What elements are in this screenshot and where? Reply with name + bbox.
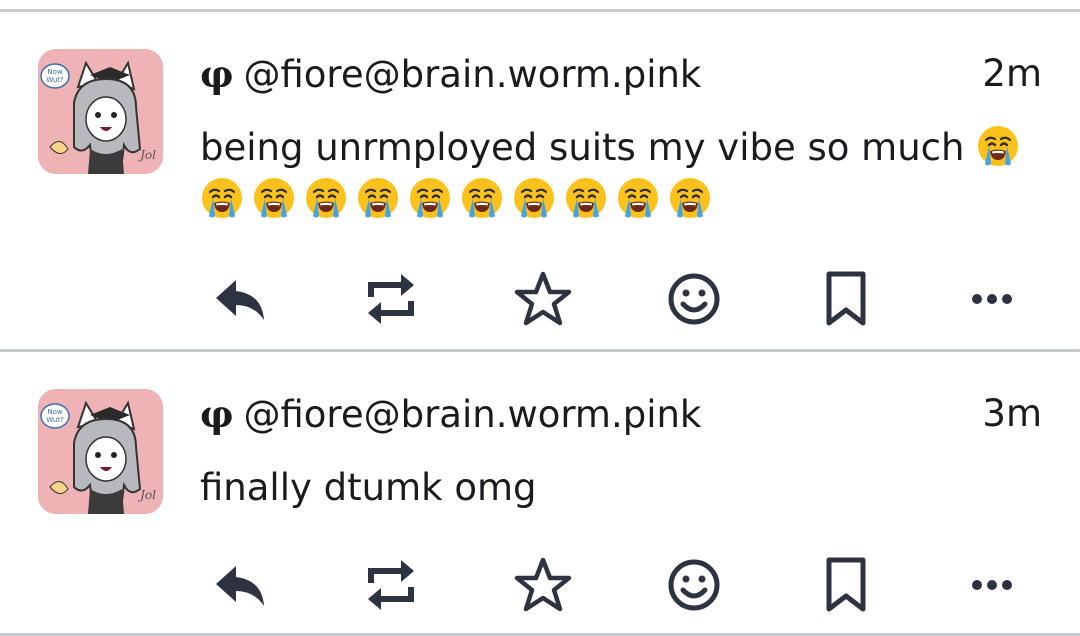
more-icon (972, 580, 1012, 590)
avatar-bubble-text-1: Now (47, 408, 63, 416)
more-button[interactable] (957, 264, 1027, 334)
bookmark-icon (826, 271, 866, 326)
loudly-crying-face-emoji (564, 176, 608, 220)
status-actions (190, 550, 1040, 620)
favourite-icon (514, 557, 572, 612)
avatar-bubble-text-2: Wut? (46, 76, 64, 84)
boost-icon (368, 560, 414, 610)
bookmark-button[interactable] (811, 550, 881, 620)
emoji-reaction-button[interactable] (659, 550, 729, 620)
reply-icon (216, 280, 264, 320)
author-display-glyph: φ (200, 52, 234, 96)
avatar-bubble-text-1: Now (47, 68, 63, 76)
avatar[interactable]: Now Wut? Jol (38, 389, 163, 514)
loudly-crying-face-emoji (356, 176, 400, 220)
author-name[interactable]: φ @fiore@brain.worm.pink (200, 50, 701, 99)
boost-button[interactable] (356, 550, 426, 620)
emoji-reaction-button[interactable] (659, 264, 729, 334)
bookmark-button[interactable] (811, 264, 881, 334)
more-icon (972, 294, 1012, 304)
status-text: finally dtumk omg (200, 466, 537, 509)
author-handle: @fiore@brain.worm.pink (243, 53, 702, 96)
loudly-crying-face-emoji (976, 124, 1020, 168)
loudly-crying-face-emoji (304, 176, 348, 220)
emoji-row (200, 176, 1040, 220)
avatar-image: Now Wut? Jol (38, 49, 163, 174)
emoji-reaction-icon (668, 559, 720, 611)
reply-button[interactable] (205, 550, 275, 620)
reply-button[interactable] (205, 264, 275, 334)
status-content: finally dtumk omg (200, 462, 1040, 514)
emoji-reaction-icon (668, 273, 720, 325)
boost-button[interactable] (356, 264, 426, 334)
more-button[interactable] (957, 550, 1027, 620)
favourite-button[interactable] (508, 550, 578, 620)
bookmark-icon (826, 557, 866, 612)
status-header: φ @fiore@brain.worm.pink 3m (200, 390, 1042, 438)
post-timestamp[interactable]: 3m (982, 390, 1042, 438)
loudly-crying-face-emoji (616, 176, 660, 220)
status-post[interactable]: Now Wut? Jol φ @fiore@brain.worm.pink 2m… (0, 12, 1080, 349)
avatar-signature: Jol (137, 488, 156, 502)
favourite-button[interactable] (508, 264, 578, 334)
status-header: φ @fiore@brain.worm.pink 2m (200, 50, 1042, 98)
avatar[interactable]: Now Wut? Jol (38, 49, 163, 174)
status-actions (190, 264, 1040, 334)
loudly-crying-face-emoji (408, 176, 452, 220)
avatar-bubble-text-2: Wut? (46, 416, 64, 424)
status-post[interactable]: Now Wut? Jol φ @fiore@brain.worm.pink 3m … (0, 352, 1080, 633)
loudly-crying-face-emoji (512, 176, 556, 220)
post-timestamp[interactable]: 2m (982, 50, 1042, 98)
loudly-crying-face-emoji (460, 176, 504, 220)
reply-icon (216, 566, 264, 606)
avatar-image: Now Wut? Jol (38, 389, 163, 514)
favourite-icon (514, 271, 572, 326)
loudly-crying-face-emoji (668, 176, 712, 220)
loudly-crying-face-emoji (200, 176, 244, 220)
author-handle: @fiore@brain.worm.pink (243, 393, 702, 436)
avatar-signature: Jol (137, 148, 156, 162)
author-display-glyph: φ (200, 392, 234, 436)
boost-icon (368, 274, 414, 324)
status-content: being unrmployed suits my vibe so much (200, 122, 1040, 220)
timeline-feed: Now Wut? Jol φ @fiore@brain.worm.pink 2m… (0, 0, 1080, 636)
loudly-crying-face-emoji (252, 176, 296, 220)
status-text: being unrmployed suits my vibe so much (200, 126, 965, 169)
author-name[interactable]: φ @fiore@brain.worm.pink (200, 390, 701, 439)
